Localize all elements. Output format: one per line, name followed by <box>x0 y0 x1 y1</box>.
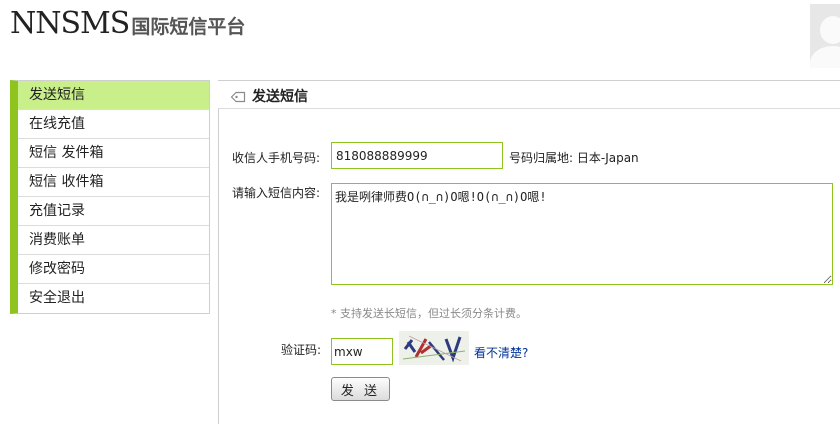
sidebar-item-online-recharge[interactable]: 在线充值 <box>18 110 209 139</box>
sidebar-item-label: 修改密码 <box>29 261 85 277</box>
sidebar-item-label: 在线充值 <box>29 116 85 132</box>
main-divider <box>218 80 219 424</box>
captcha-label: 验证码: <box>281 343 322 357</box>
sidebar-item-billing[interactable]: 消费账单 <box>18 226 209 255</box>
phone-label: 收信人手机号码: <box>232 151 321 165</box>
sidebar-item-label: 充值记录 <box>29 203 85 219</box>
length-hint: * 支持发送长短信，但过长须分条计费。 <box>331 307 527 320</box>
sidebar-item-label: 短信 发件箱 <box>29 145 104 161</box>
message-textarea[interactable]: 我是咧律师费O(∩_∩)O嗯!O(∩_∩)O嗯! <box>331 183 833 285</box>
brand-name: NNSMS <box>10 6 130 41</box>
captcha-input[interactable] <box>331 338 393 365</box>
sidebar-item-send-sms[interactable]: 发送短信 <box>18 81 209 110</box>
sidebar-item-change-password[interactable]: 修改密码 <box>18 255 209 284</box>
phone-location: 号码归属地: 日本-Japan <box>509 151 639 165</box>
panel-title: 发送短信 <box>252 89 308 105</box>
captcha-image[interactable] <box>399 331 469 365</box>
message-label: 请输入短信内容: <box>232 186 321 200</box>
sidebar-item-recharge-records[interactable]: 充值记录 <box>18 197 209 226</box>
brand-subtitle: 国际短信平台 <box>131 16 246 38</box>
send-button[interactable]: 发 送 <box>331 377 390 401</box>
sidebar-item-label: 短信 收件箱 <box>29 174 104 190</box>
sidebar-item-label: 发送短信 <box>29 87 85 103</box>
sidebar-item-outbox[interactable]: 短信 发件箱 <box>18 139 209 168</box>
user-avatar-icon <box>810 4 840 68</box>
sidebar-item-label: 消费账单 <box>29 232 85 248</box>
brand-logo: NNSMS 国际短信平台 <box>10 6 245 41</box>
refresh-captcha-link[interactable]: 看不清楚? <box>474 344 528 361</box>
panel-header: 发送短信 <box>218 80 840 109</box>
sidebar: 发送短信 在线充值 短信 发件箱 短信 收件箱 充值记录 消费账单 修改密码 安… <box>10 80 210 314</box>
tag-icon <box>230 91 246 103</box>
sidebar-item-label: 安全退出 <box>29 290 85 306</box>
phone-input[interactable] <box>331 142 503 169</box>
sidebar-item-inbox[interactable]: 短信 收件箱 <box>18 168 209 197</box>
sidebar-item-logout[interactable]: 安全退出 <box>18 284 209 313</box>
